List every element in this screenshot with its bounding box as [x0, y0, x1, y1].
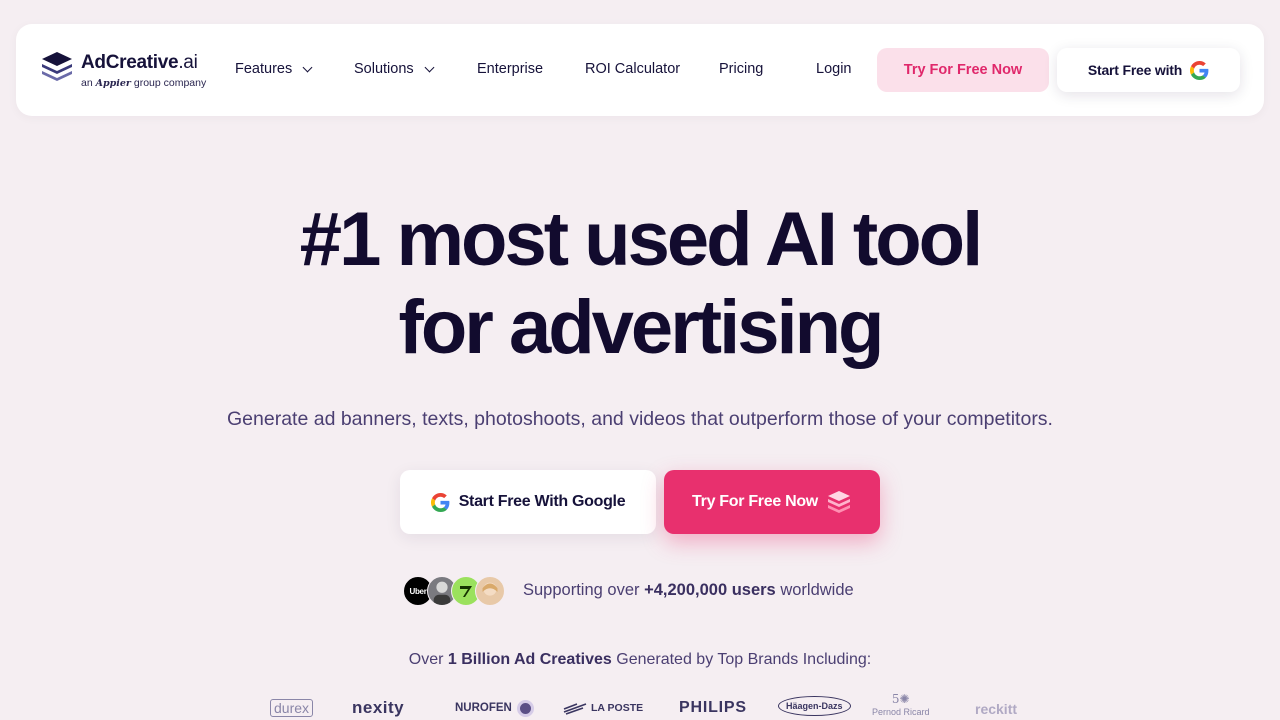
- chevron-down-icon: [424, 62, 435, 72]
- nav-solutions-label: Solutions: [354, 61, 414, 77]
- layers-cube-icon: [827, 491, 850, 513]
- stacked-layers-logo-icon: [42, 52, 72, 81]
- nav-pricing[interactable]: Pricing: [719, 61, 763, 77]
- users-statement: Supporting over +4,200,000 users worldwi…: [523, 581, 854, 599]
- nav-features[interactable]: Features: [235, 61, 313, 77]
- nav-google-button-label: Start Free with: [1087, 62, 1183, 78]
- google-icon: [1190, 60, 1209, 80]
- user-avatars: Uber: [403, 576, 509, 606]
- hero-title-line-2: for advertising: [398, 285, 885, 370]
- nav-start-free-google-button[interactable]: Start Free with: [1057, 48, 1240, 92]
- google-icon: [430, 492, 450, 512]
- try-free-button[interactable]: Try For Free Now: [664, 470, 880, 534]
- try-button-label: Try For Free Now: [692, 493, 818, 510]
- nav-try-free-button[interactable]: Try For Free Now: [877, 48, 1049, 92]
- hero-title-line-1: #1 most used AI tool: [299, 197, 983, 282]
- top-nav: AdCreative.ai an Appier group company Fe…: [16, 24, 1264, 116]
- brand-logo-nurofen: NUROFEN: [455, 696, 534, 720]
- logo-wordmark: AdCreative.ai: [81, 52, 198, 73]
- nav-login[interactable]: Login: [816, 61, 851, 77]
- brand-logo-reckitt: reckitt: [975, 701, 1018, 717]
- brands-statement: Over 1 Billion Ad Creatives Generated by…: [408, 651, 872, 668]
- logo-tagline: an Appier group company: [81, 77, 207, 89]
- hero-title: #1 most used AI tool for advertising: [0, 196, 1280, 372]
- brand-logo-durex: durex: [270, 696, 314, 720]
- nav-features-label: Features: [235, 61, 293, 77]
- brand-logo-haagen-dazs: Häagen-Dazs: [778, 694, 851, 718]
- adcreative-logo[interactable]: AdCreative.ai an Appier group company: [40, 48, 210, 92]
- brand-logo-laposte: LA POSTE: [563, 696, 643, 720]
- hero-subtitle: Generate ad banners, texts, photoshoots,…: [227, 408, 1053, 430]
- nav-roi-calculator[interactable]: ROI Calculator: [585, 61, 680, 77]
- brand-logo-pernod-ricard: 5✺ Pernod Ricard: [872, 692, 930, 718]
- chevron-down-icon: [302, 62, 313, 72]
- avatar: [475, 576, 505, 606]
- nav-solutions[interactable]: Solutions: [354, 61, 435, 77]
- google-button-label: Start Free With Google: [458, 493, 626, 510]
- start-free-google-button[interactable]: Start Free With Google: [400, 470, 656, 534]
- brand-logo-philips: PHILIPS: [679, 699, 747, 716]
- brand-logo-nexity: nexity: [352, 698, 405, 717]
- nav-enterprise[interactable]: Enterprise: [477, 61, 543, 77]
